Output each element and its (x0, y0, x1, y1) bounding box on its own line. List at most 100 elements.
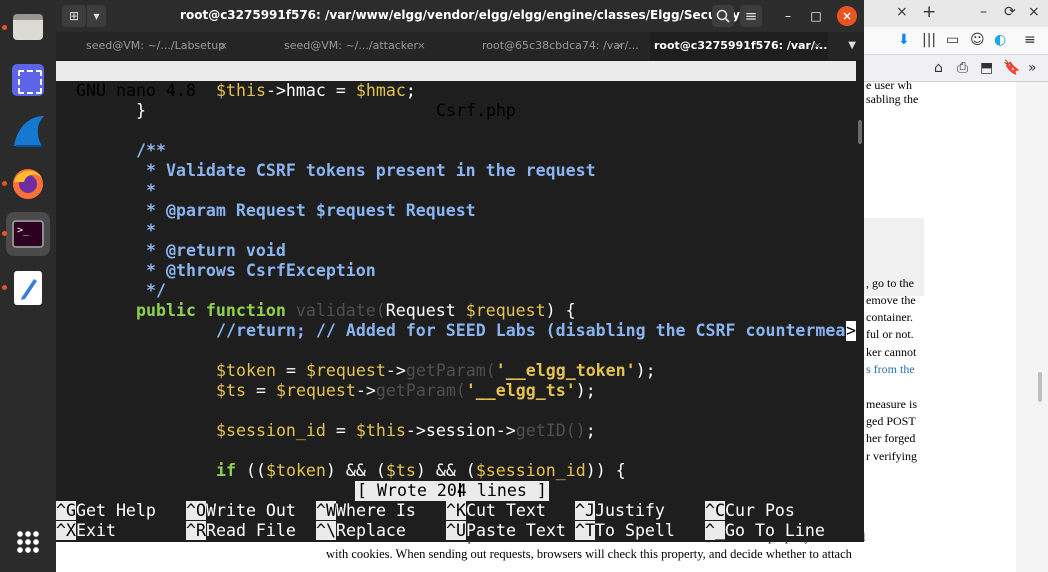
search-button[interactable] (712, 5, 734, 27)
files-icon (13, 14, 43, 40)
close-tab-icon[interactable]: × (417, 32, 426, 60)
help-item[interactable]: ^\Replace (316, 521, 406, 541)
wireshark-icon (14, 116, 44, 147)
doc-text: ged POST (866, 414, 916, 428)
help-item[interactable]: ^UPaste Text (446, 521, 566, 541)
code-line: //return; // Added for SEED Labs (disabl… (216, 321, 846, 340)
sidebar-icon[interactable]: ▭ (946, 32, 959, 48)
browser-titlebar: × + – ⟳ × (864, 0, 1048, 27)
code-line: public function validate(Request $reques… (136, 301, 576, 320)
background-browser-window: × + – ⟳ × ⬇ ||| ▭ ☺ ◐ ≡ ⌂ ⎙ ⬒ 🔖 » e user… (864, 0, 1048, 572)
account-icon[interactable]: ☺ (970, 32, 985, 48)
nano-editor[interactable]: GNU nano 4.8 Csrf.php $this->hmac = $hma… (56, 60, 856, 542)
document-sidebar (1016, 82, 1048, 572)
code-line: if (($token) && ($ts) && ($session_id)) … (216, 461, 626, 480)
help-item[interactable]: ^RRead File (186, 521, 296, 541)
minimize-icon: – (785, 9, 791, 23)
ubuntu-dock: >_ (0, 0, 56, 572)
tab-labsetup[interactable]: seed@VM: ~/.../Labsetup × (56, 32, 254, 60)
bookmark-icon[interactable]: 🔖 (1003, 60, 1020, 76)
dock-terminal[interactable]: >_ (6, 212, 50, 256)
tab-label: root@c3275991f576: /var/... (654, 39, 828, 52)
terminal-icon: >_ (12, 220, 44, 248)
dock-show-apps[interactable] (6, 520, 50, 564)
close-icon: × (841, 9, 853, 23)
dock-screenshot[interactable] (6, 58, 50, 102)
close-window-icon[interactable]: × (1028, 4, 1040, 20)
code-comment: * (136, 221, 156, 240)
doc-text: r verifying (866, 449, 917, 463)
hamburger-menu-button[interactable]: ≡ (740, 5, 762, 27)
terminal-scrollbar[interactable] (856, 60, 864, 542)
code-comment: * @param Request $request Request (136, 201, 476, 220)
dock-firefox[interactable] (6, 162, 50, 206)
help-item[interactable]: ^CCur Pos (705, 501, 795, 521)
tab-root-65c38[interactable]: root@65c38cbdca74: /var/... × (452, 32, 650, 60)
screenshot-icon (12, 64, 44, 96)
nano-version: GNU nano 4.8 (76, 81, 196, 100)
doc-text: her forged (866, 431, 916, 445)
maximize-button[interactable]: □ (806, 6, 826, 26)
shortcut-key: ^T (575, 521, 595, 540)
close-tab-icon[interactable]: × (813, 32, 822, 60)
extension-icon[interactable]: ◐ (994, 32, 1006, 48)
code-comment: /** (136, 141, 166, 160)
doc-scroll-thumb[interactable] (1038, 372, 1042, 402)
help-item[interactable]: ^GGet Help (56, 501, 156, 521)
close-tab-icon[interactable]: × (896, 4, 908, 20)
close-button[interactable]: × (837, 6, 857, 26)
library-icon[interactable]: ||| (922, 32, 936, 48)
tab-root-c3275[interactable]: root@c3275991f576: /var/... × (650, 32, 828, 60)
minimize-icon[interactable]: – (980, 4, 987, 20)
tab-label: seed@VM: ~/.../attacker (284, 39, 419, 52)
terminal-window: ⊞ ▾ root@c3275991f576: /var/www/elgg/ven… (56, 0, 864, 542)
maximize-icon: □ (810, 9, 822, 23)
running-indicator (2, 231, 7, 236)
open-file-icon[interactable]: ⬒ (980, 60, 993, 76)
restore-icon[interactable]: ⟳ (1004, 4, 1016, 20)
doc-link[interactable]: s from the (866, 362, 915, 377)
dock-text-editor[interactable] (6, 266, 50, 310)
new-tab-icon[interactable]: + (922, 2, 936, 22)
close-tab-icon[interactable]: × (219, 32, 228, 60)
tab-attacker[interactable]: seed@VM: ~/.../attacker × (254, 32, 452, 60)
download-icon[interactable]: ⬇ (898, 32, 910, 48)
help-item[interactable]: ^WWhere Is (316, 501, 416, 521)
help-item[interactable]: ^JJustify (575, 501, 665, 521)
dock-wireshark[interactable] (6, 110, 50, 154)
shortcut-key: ^U (446, 521, 466, 540)
print-icon[interactable]: ⎙ (957, 60, 968, 76)
doc-text: emove the (866, 293, 916, 307)
code-line: $this->hmac = $hmac; (216, 81, 416, 100)
grid-icon (16, 530, 40, 554)
minimize-button[interactable]: – (778, 6, 798, 26)
more-tools-icon[interactable]: » (1028, 60, 1037, 76)
help-item[interactable]: ^TTo Spell (575, 521, 675, 541)
mouse-cursor (459, 483, 461, 497)
code-comment: * (136, 181, 156, 200)
shortcut-key: ^C (705, 501, 725, 520)
code-comment: * @return void (136, 241, 286, 260)
close-tab-icon[interactable]: × (615, 32, 624, 60)
terminal-titlebar[interactable]: ⊞ ▾ root@c3275991f576: /var/www/elgg/ven… (56, 0, 864, 32)
help-item[interactable]: ^OWrite Out (186, 501, 296, 521)
hamburger-icon: ≡ (744, 7, 758, 25)
code-comment: * Validate CSRF tokens present in the re… (136, 161, 596, 180)
scrollbar-thumb[interactable] (858, 120, 862, 144)
doc-text: container. (866, 310, 913, 324)
presentation-icon[interactable]: ⌂ (934, 60, 943, 76)
dock-files[interactable] (6, 6, 50, 50)
help-item[interactable]: ^KCut Text (446, 501, 546, 521)
running-indicator (2, 181, 7, 186)
shortcut-key: ^O (186, 501, 206, 520)
shortcut-key: ^J (575, 501, 595, 520)
tabs-overflow-icon[interactable]: ▼ (848, 32, 856, 60)
search-icon (716, 9, 730, 23)
help-item[interactable]: ^_Go To Line (705, 521, 825, 541)
help-item[interactable]: ^XExit (56, 521, 116, 541)
shortcut-key: ^K (446, 501, 466, 520)
menu-icon[interactable]: ≡ (1024, 32, 1036, 48)
browser-toolbar: ⬇ ||| ▭ ☺ ◐ ≡ (864, 27, 1048, 55)
shortcut-key: ^\ (316, 521, 336, 540)
shortcut-key: ^X (56, 521, 76, 540)
